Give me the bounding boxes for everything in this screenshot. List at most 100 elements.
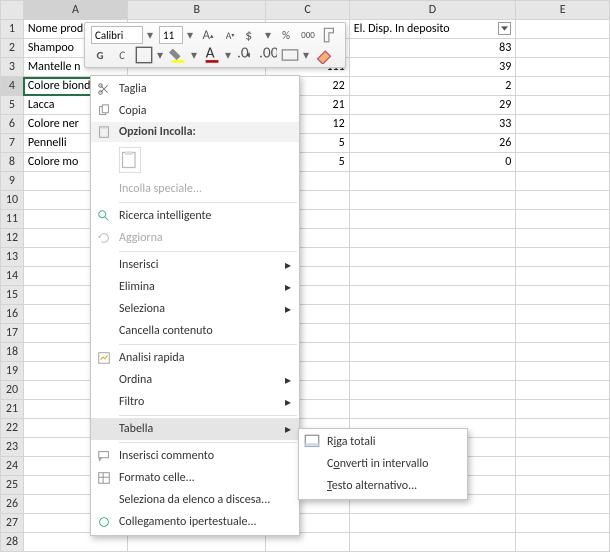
dropdown-icon[interactable]: ▾ — [187, 28, 195, 43]
select-all[interactable] — [1, 1, 24, 20]
row-header[interactable]: 1 — [1, 20, 24, 39]
accounting-format-icon[interactable]: $ — [243, 26, 261, 44]
row-header[interactable]: 12 — [1, 229, 24, 248]
cell[interactable] — [516, 134, 610, 153]
col-header-A[interactable]: A — [23, 1, 127, 20]
cell[interactable] — [516, 77, 610, 96]
row-header[interactable]: 2 — [1, 39, 24, 58]
menu-format-cells[interactable]: Formato celle... — [91, 467, 299, 489]
menu-smart-lookup[interactable]: Ricerca intelligente — [91, 205, 299, 227]
row-header[interactable]: 5 — [1, 96, 24, 115]
menu-copy[interactable]: Copia — [91, 100, 299, 122]
menu-insert-comment[interactable]: Inserisci commento — [91, 445, 299, 467]
menu-hyperlink[interactable]: Collegamento ipertestuale... — [91, 511, 299, 533]
menu-table[interactable]: Tabella▸ — [91, 418, 299, 440]
row-header[interactable]: 15 — [1, 286, 24, 305]
col-header-C[interactable]: C — [266, 1, 349, 20]
row-header[interactable]: 22 — [1, 419, 24, 438]
cell[interactable] — [516, 286, 610, 305]
cell[interactable] — [516, 229, 610, 248]
row-header[interactable]: 17 — [1, 324, 24, 343]
row-header[interactable]: 18 — [1, 343, 24, 362]
cell[interactable] — [516, 419, 610, 438]
font-size-input[interactable] — [159, 26, 183, 44]
clear-format-icon[interactable] — [315, 46, 333, 64]
cell[interactable]: 26 — [349, 134, 516, 153]
cell[interactable] — [516, 343, 610, 362]
cell[interactable] — [516, 457, 610, 476]
cell[interactable] — [349, 286, 516, 305]
cell[interactable] — [516, 533, 610, 552]
row-header[interactable]: 23 — [1, 438, 24, 457]
font-name-input[interactable] — [91, 26, 143, 44]
row-header[interactable]: 8 — [1, 153, 24, 172]
cell[interactable]: 29 — [349, 96, 516, 115]
menu-pick-from-list[interactable]: Seleziona da elenco a discesa... — [91, 489, 299, 511]
decrease-font-icon[interactable]: A▾ — [221, 26, 239, 44]
cell[interactable] — [516, 20, 610, 39]
dropdown-icon[interactable]: ▾ — [157, 48, 165, 63]
menu-clear-contents[interactable]: Cancella contenuto — [91, 320, 299, 342]
row-header[interactable]: 9 — [1, 172, 24, 191]
row-header[interactable]: 19 — [1, 362, 24, 381]
row-header[interactable]: 3 — [1, 58, 24, 77]
cell[interactable] — [349, 362, 516, 381]
cell[interactable] — [516, 267, 610, 286]
cell[interactable] — [349, 229, 516, 248]
cell[interactable] — [516, 476, 610, 495]
cell[interactable] — [349, 172, 516, 191]
font-color-icon[interactable]: A — [203, 46, 221, 64]
fill-color-icon[interactable] — [169, 46, 187, 64]
cell[interactable] — [516, 438, 610, 457]
dropdown-icon[interactable]: ▾ — [265, 28, 273, 43]
col-header-D[interactable]: D — [349, 1, 516, 20]
cell[interactable] — [516, 400, 610, 419]
cell[interactable] — [516, 495, 610, 514]
cell[interactable] — [516, 96, 610, 115]
increase-decimal-icon[interactable]: .00 — [259, 46, 277, 64]
cell[interactable] — [516, 324, 610, 343]
dropdown-icon[interactable]: ▾ — [303, 48, 311, 63]
bold-button[interactable]: G — [91, 46, 109, 64]
decrease-decimal-icon[interactable]: .0 — [237, 46, 255, 64]
cell[interactable] — [516, 305, 610, 324]
row-header[interactable]: 16 — [1, 305, 24, 324]
cell[interactable] — [349, 381, 516, 400]
cell[interactable] — [516, 362, 610, 381]
row-header[interactable]: 26 — [1, 495, 24, 514]
row-header[interactable]: 27 — [1, 514, 24, 533]
cell[interactable] — [516, 115, 610, 134]
col-header-B[interactable]: B — [127, 1, 265, 20]
row-header[interactable]: 20 — [1, 381, 24, 400]
row-header[interactable]: 24 — [1, 457, 24, 476]
menu-delete[interactable]: Elimina▸ — [91, 276, 299, 298]
cell[interactable] — [349, 324, 516, 343]
dropdown-icon[interactable]: ▾ — [225, 48, 233, 63]
row-header[interactable]: 6 — [1, 115, 24, 134]
cell[interactable] — [516, 248, 610, 267]
menu-quick-analysis[interactable]: Analisi rapida — [91, 347, 299, 369]
submenu-alt-text[interactable]: Testo alternativo... — [299, 475, 467, 497]
cell[interactable]: 39 — [349, 58, 516, 77]
dropdown-icon[interactable]: ▾ — [147, 28, 155, 43]
cell[interactable] — [516, 514, 610, 533]
cell[interactable] — [516, 210, 610, 229]
cell[interactable] — [349, 514, 516, 533]
cell[interactable] — [349, 343, 516, 362]
format-painter-icon[interactable] — [321, 26, 339, 44]
percent-format-icon[interactable]: % — [277, 26, 295, 44]
submenu-convert-to-range[interactable]: Converti in intervallo — [299, 453, 467, 475]
row-header[interactable]: 25 — [1, 476, 24, 495]
cell[interactable] — [349, 210, 516, 229]
row-header[interactable]: 13 — [1, 248, 24, 267]
cell[interactable] — [516, 58, 610, 77]
submenu-totals-row[interactable]: Riga totali — [299, 431, 467, 453]
cell[interactable] — [516, 191, 610, 210]
cell[interactable] — [516, 153, 610, 172]
italic-button[interactable]: C — [113, 46, 131, 64]
merge-icon[interactable] — [281, 46, 299, 64]
cell[interactable] — [516, 381, 610, 400]
cell[interactable] — [349, 248, 516, 267]
cell[interactable]: 2 — [349, 77, 516, 96]
menu-sort[interactable]: Ordina▸ — [91, 369, 299, 391]
